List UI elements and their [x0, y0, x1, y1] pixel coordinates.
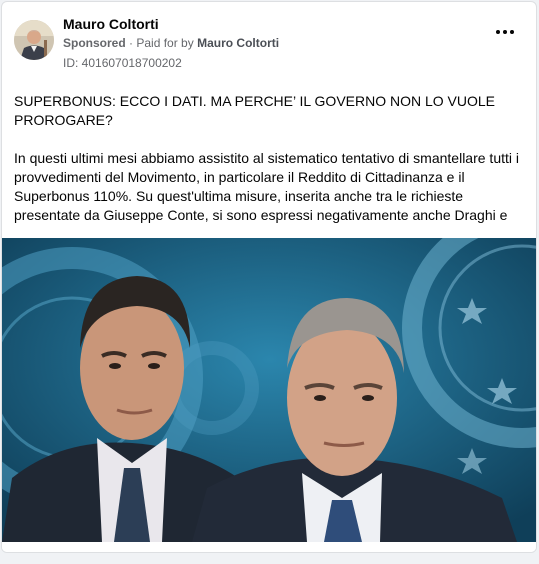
dot — [510, 30, 514, 34]
author-avatar[interactable] — [14, 20, 54, 60]
sponsored-line: Sponsored · Paid for by Mauro Coltorti — [63, 36, 279, 50]
dot — [503, 30, 507, 34]
meta-separator: · — [129, 36, 134, 50]
payer-name[interactable]: Mauro Coltorti — [197, 36, 279, 50]
post-footer — [2, 542, 536, 552]
post-body: In questi ultimi mesi abbiamo assistito … — [14, 150, 519, 223]
post-headline: SUPERBONUS: ECCO I DATI. MA PERCHE’ IL G… — [14, 93, 496, 128]
more-options-icon[interactable] — [496, 28, 514, 36]
post-image[interactable] — [2, 238, 536, 542]
paid-for-by-label: Paid for by — [136, 36, 194, 50]
dot — [496, 30, 500, 34]
sponsored-post-card: Mauro Coltorti Sponsored · Paid for by M… — [1, 1, 537, 553]
post-text: SUPERBONUS: ECCO I DATI. MA PERCHE’ IL G… — [14, 92, 526, 225]
ad-id: ID: 401607018700202 — [63, 56, 182, 70]
post-header: Mauro Coltorti Sponsored · Paid for by M… — [2, 2, 536, 74]
author-name[interactable]: Mauro Coltorti — [63, 16, 159, 32]
sponsored-label: Sponsored — [63, 36, 126, 50]
